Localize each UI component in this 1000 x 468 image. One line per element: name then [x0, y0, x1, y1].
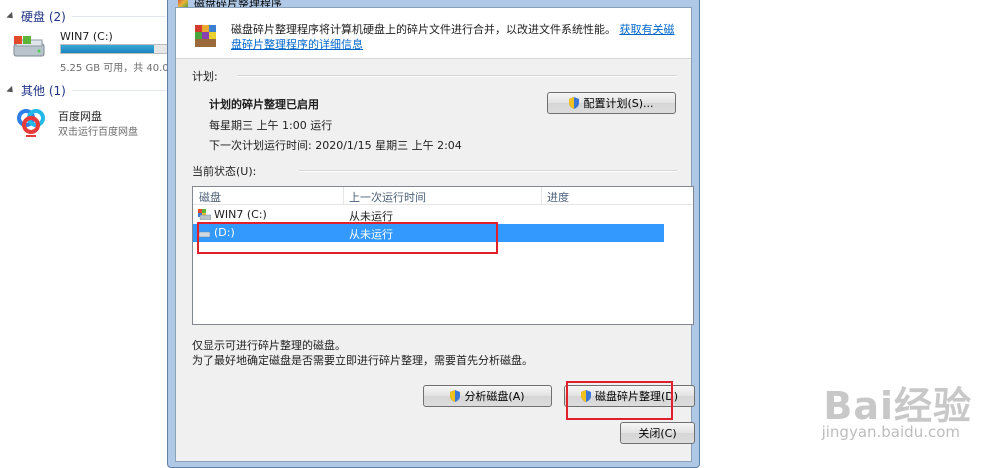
column-header-progress[interactable]: 进度: [547, 189, 569, 205]
watermark-url: jingyan.baidu.com: [821, 423, 960, 441]
baidu-jingyan-watermark: Bai经验: [823, 384, 972, 428]
highlight-box-defrag-button: [566, 381, 673, 420]
section-divider: [237, 75, 677, 77]
button-label: 关闭(C): [638, 427, 677, 440]
note-line-1: 仅显示可进行碎片整理的磁盘。: [192, 339, 346, 352]
group-header-hard-disks[interactable]: 硬盘 (2): [4, 8, 66, 25]
baidu-netdisk-item[interactable]: 百度网盘 双击运行百度网盘: [14, 104, 164, 144]
column-separator: [343, 187, 344, 204]
current-status-label: 当前状态(U):: [192, 165, 257, 178]
schedule-time: 每星期三 上午 1:00 运行: [209, 119, 333, 132]
close-button[interactable]: 关闭(C): [620, 422, 695, 444]
group-divider: [72, 16, 166, 17]
uac-shield-icon: [569, 97, 580, 109]
column-header-disk[interactable]: 磁盘: [199, 189, 221, 205]
schedule-section-label: 计划:: [192, 70, 218, 83]
group-label: 其他 (1): [21, 84, 66, 98]
app-subtitle: 双击运行百度网盘: [58, 127, 138, 138]
disk-list-header: 磁盘 上一次运行时间 进度: [193, 187, 693, 205]
dialog-description: 磁盘碎片整理程序将计算机硬盘上的碎片文件进行合并，以改进文件系统性能。 获取有关…: [231, 22, 681, 52]
collapse-arrow-icon: [6, 11, 16, 22]
defrag-app-icon: [195, 25, 216, 47]
section-divider: [299, 170, 677, 172]
description-band: 磁盘碎片整理程序将计算机硬盘上的碎片文件进行合并，以改进文件系统性能。 获取有关…: [176, 8, 691, 59]
button-label: 配置计划(S)...: [583, 97, 654, 110]
collapse-arrow-icon: [6, 85, 16, 96]
uac-shield-icon: [450, 390, 461, 402]
column-separator: [541, 187, 542, 204]
note-line-2: 为了最好地确定磁盘是否需要立即进行碎片整理，需要首先分析磁盘。: [192, 354, 533, 367]
next-run-time: 下一次计划运行时间: 2020/1/15 星期三 上午 2:04: [209, 139, 462, 152]
column-header-last-run[interactable]: 上一次运行时间: [349, 189, 426, 205]
button-label: 分析磁盘(A): [464, 390, 525, 403]
disk-list[interactable]: 磁盘 上一次运行时间 进度 WIN7 (C:) 从未运行 (D:) 从未运行: [192, 186, 694, 325]
system-drive-icon: [198, 209, 211, 220]
group-divider: [72, 90, 166, 91]
highlight-box-selected-disk: [197, 222, 498, 254]
app-name: 百度网盘: [58, 110, 102, 123]
description-text: 磁盘碎片整理程序将计算机硬盘上的碎片文件进行合并，以改进文件系统性能。: [231, 23, 616, 36]
group-header-other[interactable]: 其他 (1): [4, 82, 66, 99]
group-label: 硬盘 (2): [21, 10, 66, 24]
baidu-netdisk-icon: [17, 109, 45, 137]
drive-usage-fill: [61, 45, 155, 53]
drive-name: WIN7 (C:): [60, 30, 113, 43]
analyze-disk-button[interactable]: 分析磁盘(A): [423, 385, 552, 407]
hard-drive-icon: [13, 36, 45, 57]
drive-usage-bar: [60, 44, 169, 54]
drive-item-c[interactable]: WIN7 (C:) 5.25 GB 可用，共 40.0: [12, 30, 169, 74]
schedule-status: 计划的碎片整理已启用: [209, 98, 319, 111]
drive-usage-text: 5.25 GB 可用，共 40.0: [60, 63, 169, 74]
disk-name: WIN7 (C:): [214, 208, 267, 221]
configure-schedule-button[interactable]: 配置计划(S)...: [547, 92, 676, 114]
